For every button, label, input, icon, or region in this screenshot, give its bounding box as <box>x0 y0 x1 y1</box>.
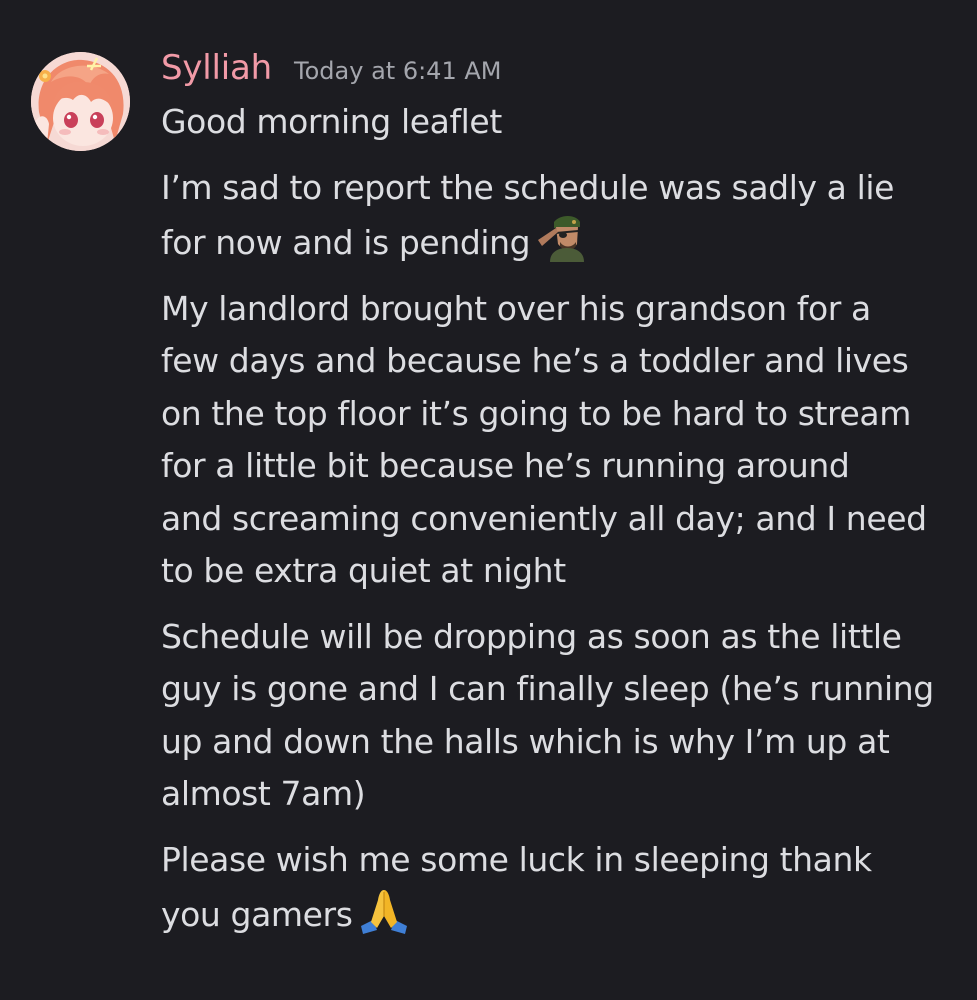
chat-message: Sylliah Today at 6:41 AM Good morning le… <box>0 0 977 1000</box>
paragraph-text: Schedule will be dropping as soon as the… <box>161 616 934 814</box>
message-content: Sylliah Today at 6:41 AM Good morning le… <box>161 48 961 955</box>
paragraph-text: Please wish me some luck in sleeping tha… <box>161 839 872 935</box>
message-header: Sylliah Today at 6:41 AM <box>161 48 961 96</box>
message-paragraph-5: Please wish me some luck in sleeping tha… <box>161 834 961 942</box>
message-paragraph-3: My landlord brought over his grandson fo… <box>161 283 961 598</box>
paragraph-text: Good morning leaflet <box>161 102 502 141</box>
message-paragraph-2: I’m sad to report the schedule was sadly… <box>161 162 961 270</box>
message-paragraph-1: Good morning leaflet <box>161 96 961 149</box>
paragraph-text: My landlord brought over his grandson fo… <box>161 288 927 591</box>
paragraph-text: I’m sad to report the schedule was sadly… <box>161 167 895 263</box>
message-paragraph-4: Schedule will be dropping as soon as the… <box>161 611 961 821</box>
anime-girl-avatar-icon <box>31 52 130 151</box>
author-name[interactable]: Sylliah <box>161 48 272 88</box>
saluting-soldier-emoji-icon[interactable] <box>536 214 586 262</box>
folded-hands-emoji-icon[interactable] <box>359 886 409 934</box>
message-timestamp[interactable]: Today at 6:41 AM <box>294 57 501 85</box>
avatar[interactable] <box>31 52 130 151</box>
